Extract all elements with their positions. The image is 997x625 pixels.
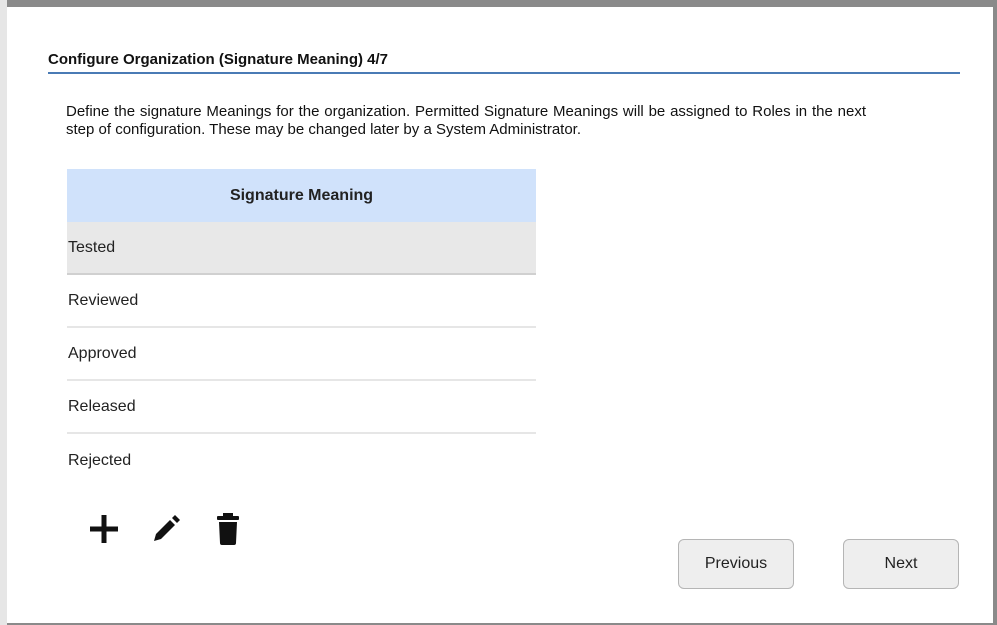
signature-meaning-table: Signature Meaning Tested Reviewed Approv… <box>67 169 536 487</box>
row-label: Rejected <box>68 451 132 469</box>
next-button[interactable]: Next <box>843 539 959 589</box>
dialog-description: Define the signature Meanings for the or… <box>66 103 866 138</box>
configure-organization-dialog: Configure Organization (Signature Meanin… <box>7 7 993 623</box>
plus-icon <box>90 515 118 543</box>
table-row[interactable]: Released <box>67 381 536 434</box>
row-label: Approved <box>68 344 137 362</box>
row-label: Released <box>68 397 136 415</box>
previous-button[interactable]: Previous <box>678 539 794 589</box>
row-label: Reviewed <box>68 291 139 309</box>
delete-button[interactable] <box>211 512 245 546</box>
table-toolbar <box>87 512 245 546</box>
add-button[interactable] <box>87 512 121 546</box>
pencil-icon <box>154 515 180 541</box>
background-window <box>0 0 7 625</box>
row-label: Tested <box>68 238 116 256</box>
trash-icon <box>217 513 239 545</box>
dialog-title: Configure Organization (Signature Meanin… <box>48 51 960 74</box>
table-row[interactable]: Approved <box>67 328 536 381</box>
table-row[interactable]: Rejected <box>67 434 536 487</box>
table-row[interactable]: Reviewed <box>67 275 536 328</box>
column-header-signature-meaning: Signature Meaning <box>67 169 536 222</box>
edit-button[interactable] <box>149 512 183 546</box>
table-row[interactable]: Tested <box>67 222 536 275</box>
